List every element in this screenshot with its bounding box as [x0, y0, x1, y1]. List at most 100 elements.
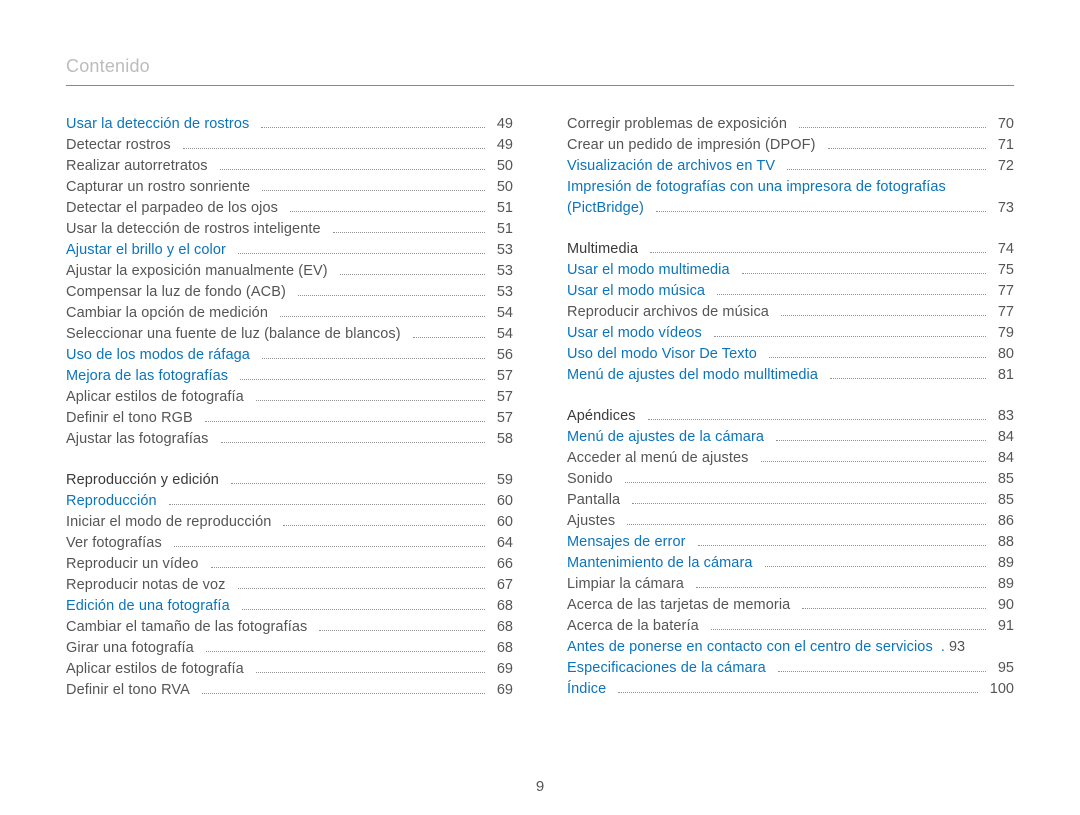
toc-entry-page: 74: [998, 239, 1014, 260]
toc-entry-label: Mantenimiento de la cámara: [567, 553, 753, 574]
toc-entry-page: 85: [998, 490, 1014, 511]
toc-leader-dots: [650, 252, 986, 253]
toc-leader-dots: [765, 566, 986, 567]
toc-entry: Acerca de la batería 91: [567, 616, 1014, 637]
toc-entry-label: Usar la detección de rostros: [66, 114, 249, 135]
toc-entry-page: 67: [497, 575, 513, 596]
toc-entry-label: Ajustar la exposición manualmente (EV): [66, 261, 328, 282]
toc-leader-dots: [828, 148, 986, 149]
toc-entry[interactable]: (PictBridge) 73: [567, 198, 1014, 219]
toc-leader-dots: [174, 546, 485, 547]
toc-leader-dots: [202, 693, 485, 694]
toc-leader-dots: [717, 294, 986, 295]
toc-entry: Acceder al menú de ajustes 84: [567, 448, 1014, 469]
toc-entry-label: Multimedia: [567, 239, 638, 260]
toc-entry-page: 51: [497, 219, 513, 240]
toc-leader-dots: [242, 609, 485, 610]
toc-entry-page: 75: [998, 260, 1014, 281]
toc-entry-page: 80: [998, 344, 1014, 365]
toc-leader-dots: [238, 588, 485, 589]
toc-entry[interactable]: Usar el modo multimedia 75: [567, 260, 1014, 281]
toc-leader-dots: [830, 378, 986, 379]
toc-columns: Usar la detección de rostros 49 Detectar …: [66, 114, 1014, 701]
toc-leader-dots: [319, 630, 484, 631]
toc-entry[interactable]: Uso de los modos de ráfaga 56: [66, 345, 513, 366]
toc-leader-dots: [333, 232, 485, 233]
toc-entry-label: Aplicar estilos de fotografía: [66, 387, 244, 408]
toc-entry-label: Menú de ajustes del modo mulltimedia: [567, 365, 818, 386]
toc-leader-dots: [262, 190, 485, 191]
toc-entry[interactable]: Especificaciones de la cámara 95: [567, 658, 1014, 679]
toc-entry-page: 54: [497, 324, 513, 345]
toc-entry-label: Uso de los modos de ráfaga: [66, 345, 250, 366]
toc-leader-dots: [696, 587, 986, 588]
toc-entry[interactable]: Visualización de archivos en TV 72: [567, 156, 1014, 177]
toc-entry-label: Reproducción: [66, 491, 157, 512]
toc-entry[interactable]: Uso del modo Visor De Texto 80: [567, 344, 1014, 365]
toc-leader-dots: [799, 127, 986, 128]
toc-leader-dots: [413, 337, 485, 338]
toc-entry[interactable]: Índice 100: [567, 679, 1014, 700]
toc-entry-page: 79: [998, 323, 1014, 344]
toc-entry[interactable]: Usar el modo vídeos 79: [567, 323, 1014, 344]
toc-entry-page: 89: [998, 553, 1014, 574]
toc-leader-dots: [742, 273, 986, 274]
toc-entry-page: 57: [497, 408, 513, 429]
toc-entry-page: 84: [998, 448, 1014, 469]
toc-entry-label: Definir el tono RVA: [66, 680, 190, 701]
toc-leader-dots: [632, 503, 986, 504]
toc-entry[interactable]: Usar la detección de rostros 49: [66, 114, 513, 135]
toc-entry-label: Especificaciones de la cámara: [567, 658, 766, 679]
toc-entry[interactable]: Usar el modo música 77: [567, 281, 1014, 302]
toc-entry-page: 57: [497, 387, 513, 408]
toc-leader-dots: [769, 357, 986, 358]
header-divider: [66, 85, 1014, 86]
toc-entry-page: 100: [990, 679, 1014, 700]
toc-entry-page: 69: [497, 659, 513, 680]
toc-entry-page: 89: [998, 574, 1014, 595]
toc-leader-dots: [240, 379, 485, 380]
toc-entry[interactable]: Mejora de las fotografías 57: [66, 366, 513, 387]
toc-entry[interactable]: Menú de ajustes de la cámara 84: [567, 427, 1014, 448]
toc-entry[interactable]: Ajustar el brillo y el color 53: [66, 240, 513, 261]
toc-entry[interactable]: Mantenimiento de la cámara 89: [567, 553, 1014, 574]
toc-entry-page: 51: [497, 198, 513, 219]
toc-leader-dots: [256, 400, 485, 401]
toc-entry: Reproducir notas de voz 67: [66, 575, 513, 596]
toc-entry-label: Realizar autorretratos: [66, 156, 208, 177]
toc-leader-dots: [220, 169, 485, 170]
toc-entry-label: Usar el modo vídeos: [567, 323, 702, 344]
toc-entry-page: 64: [497, 533, 513, 554]
toc-entry-page: 59: [497, 470, 513, 491]
toc-entry-label: Ajustes: [567, 511, 615, 532]
toc-entry[interactable]: Impresión de fotografías con una impreso…: [567, 177, 1014, 198]
toc-entry: Definir el tono RVA 69: [66, 680, 513, 701]
toc-entry: Cambiar la opción de medición 54: [66, 303, 513, 324]
toc-entry[interactable]: Reproducción 60: [66, 491, 513, 512]
toc-entry[interactable]: Edición de una fotografía 68: [66, 596, 513, 617]
toc-entry-page: 70: [998, 114, 1014, 135]
toc-entry-page: 53: [497, 240, 513, 261]
toc-leader-dots: [698, 545, 986, 546]
toc-entry-label: Limpiar la cámara: [567, 574, 684, 595]
toc-entry: Limpiar la cámara 89: [567, 574, 1014, 595]
toc-leader-dots: [283, 525, 484, 526]
page-title: Contenido: [66, 56, 1014, 85]
toc-entry-label: Reproducción y edición: [66, 470, 219, 491]
toc-entry-label: Impresión de fotografías con una impreso…: [567, 177, 946, 198]
toc-leader-dots: [787, 169, 986, 170]
toc-entry-page: 60: [497, 491, 513, 512]
toc-entry: Apéndices 83: [567, 406, 1014, 427]
toc-entry-page: 85: [998, 469, 1014, 490]
toc-entry[interactable]: Mensajes de error 88: [567, 532, 1014, 553]
toc-entry-page: 53: [497, 282, 513, 303]
toc-leader-dots: [290, 211, 485, 212]
toc-entry: Reproducir un vídeo 66: [66, 554, 513, 575]
toc-entry[interactable]: Antes de ponerse en contacto con el cent…: [567, 637, 1014, 658]
toc-entry-label: Cambiar la opción de medición: [66, 303, 268, 324]
toc-entry: Detectar el parpadeo de los ojos 51: [66, 198, 513, 219]
toc-entry[interactable]: Menú de ajustes del modo mulltimedia 81: [567, 365, 1014, 386]
toc-leader-dots: [776, 440, 986, 441]
toc-entry-separator: .: [933, 637, 949, 658]
toc-leader-dots: [169, 504, 485, 505]
